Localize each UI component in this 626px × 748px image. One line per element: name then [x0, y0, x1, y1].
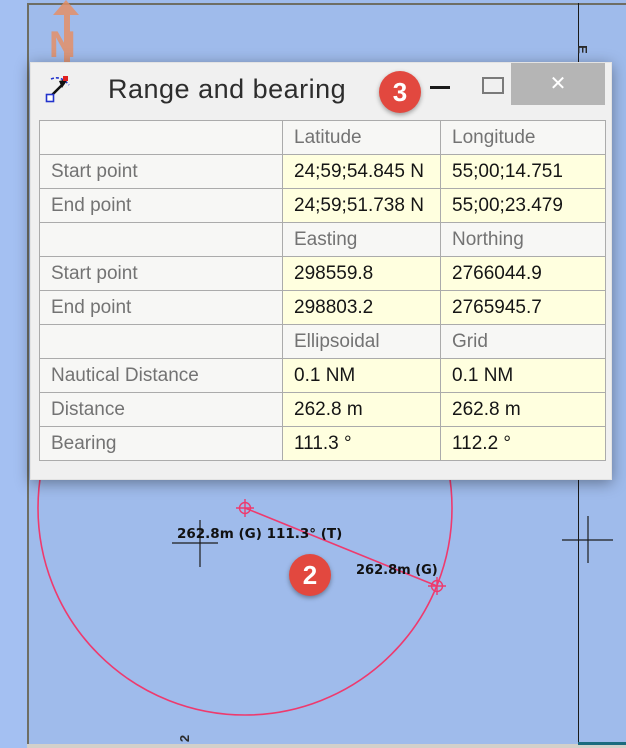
value-cell-1: Ellipsoidal [283, 325, 441, 359]
row-label: Distance [40, 393, 283, 427]
value-cell-1[interactable]: 0.1 NM [283, 359, 441, 393]
value-cell-2: Northing [441, 223, 606, 257]
value-cell-2[interactable]: 262.8 m [441, 393, 606, 427]
minimize-button[interactable] [419, 63, 461, 105]
north-label: N [49, 24, 76, 65]
table-row: Nautical Distance 0.1 NM 0.1 NM [40, 359, 606, 393]
table-row: End point 24;59;51.738 N 55;00;23.479 [40, 189, 606, 223]
table-row: Ellipsoidal Grid [40, 325, 606, 359]
row-label: Bearing [40, 427, 283, 461]
value-cell-1[interactable]: 262.8 m [283, 393, 441, 427]
value-cell-2: Longitude [441, 121, 606, 155]
start-point-marker [236, 499, 254, 517]
close-button[interactable]: ✕ [511, 63, 605, 105]
value-cell-1[interactable]: 24;59;51.738 N [283, 189, 441, 223]
table-row: Distance 262.8 m 262.8 m [40, 393, 606, 427]
value-cell-1[interactable]: 298559.8 [283, 257, 441, 291]
row-label [40, 325, 283, 359]
step-badge-3: 3 [379, 71, 421, 113]
grid-label-right: E [575, 45, 590, 54]
step-badge-2: 2 [289, 554, 331, 596]
range-annotation: 262.8m (G) [356, 563, 438, 578]
grid-crosshair-right [562, 516, 613, 563]
value-cell-1[interactable]: 24;59;54.845 N [283, 155, 441, 189]
value-cell-2[interactable]: 112.2 ° [441, 427, 606, 461]
value-cell-2[interactable]: 2765945.7 [441, 291, 606, 325]
value-cell-2: Grid [441, 325, 606, 359]
row-label: Start point [40, 257, 283, 291]
value-cell-1: Latitude [283, 121, 441, 155]
table-row: Bearing 111.3 ° 112.2 ° [40, 427, 606, 461]
results-table: Latitude Longitude Start point 24;59;54.… [39, 120, 606, 461]
value-cell-1[interactable]: 111.3 ° [283, 427, 441, 461]
value-cell-2[interactable]: 0.1 NM [441, 359, 606, 393]
dialog-title: Range and bearing [108, 63, 346, 113]
range-bearing-tool-icon [45, 73, 73, 103]
dialog-titlebar[interactable]: Range and bearing ✕ [31, 63, 611, 113]
table-row: Start point 24;59;54.845 N 55;00;14.751 [40, 155, 606, 189]
map-feature-line [578, 742, 626, 745]
maximize-button[interactable] [471, 63, 513, 105]
minimize-icon [430, 86, 450, 89]
close-icon: ✕ [550, 73, 567, 95]
table-row: Latitude Longitude [40, 121, 606, 155]
row-label [40, 121, 283, 155]
table-row: Easting Northing [40, 223, 606, 257]
row-label: Nautical Distance [40, 359, 283, 393]
distance-bearing-annotation: 262.8m (G) 111.3° (T) [177, 526, 342, 542]
row-label: End point [40, 189, 283, 223]
maximize-icon [482, 77, 504, 94]
value-cell-1: Easting [283, 223, 441, 257]
value-cell-2[interactable]: 55;00;23.479 [441, 189, 606, 223]
row-label: Start point [40, 155, 283, 189]
end-point-marker [428, 577, 446, 595]
app-window: N [0, 0, 626, 748]
window-bottom-edge [27, 744, 626, 748]
value-cell-2[interactable]: 2766044.9 [441, 257, 606, 291]
north-arrow-icon: N [49, 0, 79, 65]
row-label [40, 223, 283, 257]
value-cell-2[interactable]: 55;00;14.751 [441, 155, 606, 189]
range-bearing-dialog: Range and bearing ✕ Latitude Longitude S… [30, 62, 612, 480]
table-row: Start point 298559.8 2766044.9 [40, 257, 606, 291]
table-row: End point 298803.2 2765945.7 [40, 291, 606, 325]
value-cell-1[interactable]: 298803.2 [283, 291, 441, 325]
results-table-body: Latitude Longitude Start point 24;59;54.… [40, 121, 606, 461]
grid-label-bottom: 2 [177, 735, 192, 742]
row-label: End point [40, 291, 283, 325]
